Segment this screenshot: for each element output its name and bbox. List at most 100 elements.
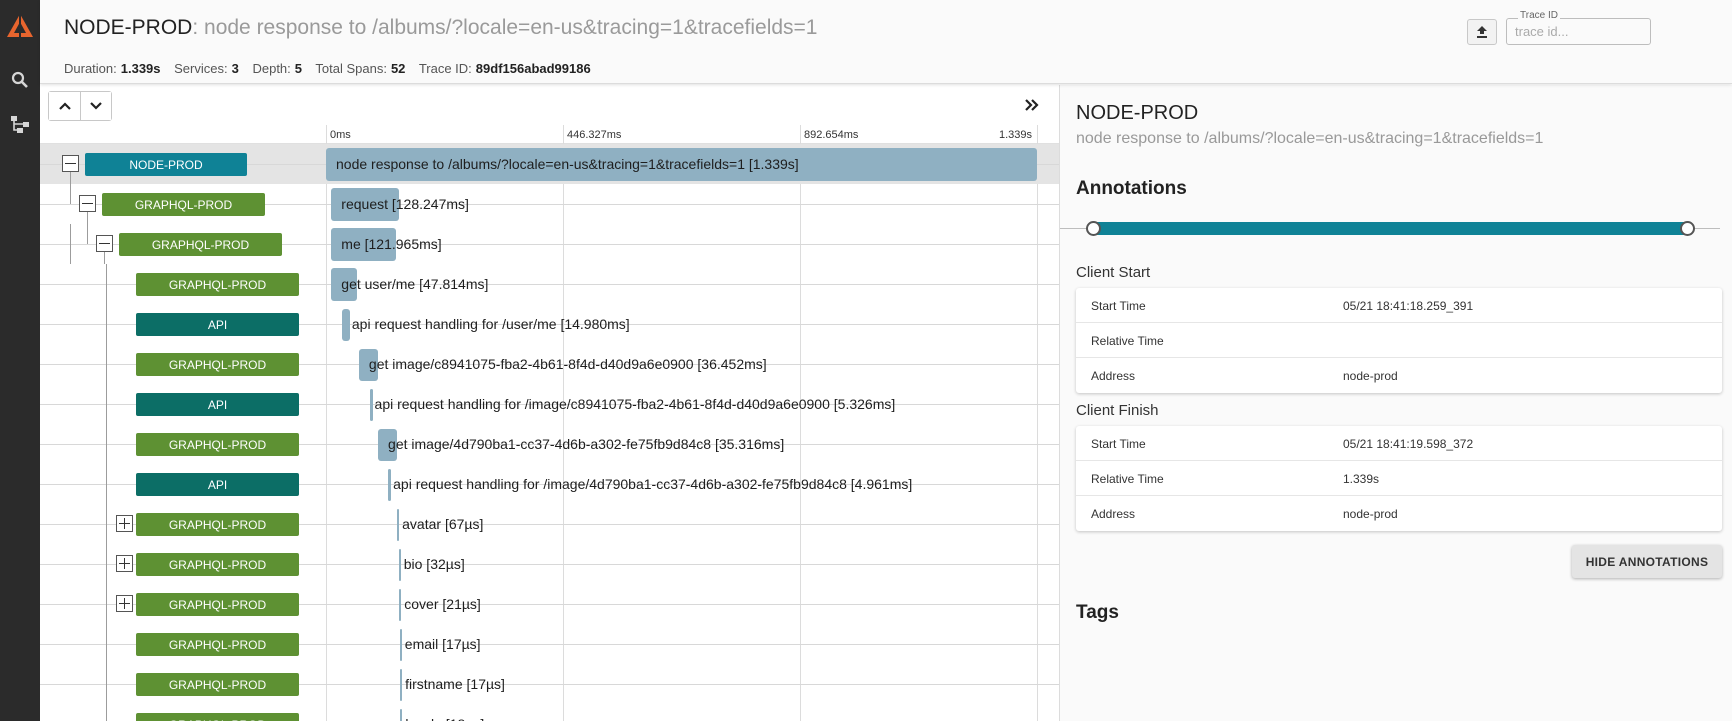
upload-icon xyxy=(1477,26,1487,38)
trace-title-service: NODE-PROD xyxy=(64,16,193,39)
span-row[interactable]: GRAPHQL-PROD locale [18µs] xyxy=(40,704,1059,721)
span-row[interactable]: GRAPHQL-PROD firstname [17µs] xyxy=(40,664,1059,704)
annotation-key: Relative Time xyxy=(1091,472,1164,486)
search-icon xyxy=(11,71,28,88)
range-start-handle[interactable] xyxy=(1086,221,1101,236)
span-bar[interactable] xyxy=(400,669,403,701)
span-row[interactable]: GRAPHQL-PROD cover [21µs] xyxy=(40,584,1059,624)
client-start-table: Start Time 05/21 18:41:18.259_391 Relati… xyxy=(1076,288,1722,393)
annotation-key: Address xyxy=(1091,369,1136,383)
span-row[interactable]: API api request handling for /image/4d790… xyxy=(40,464,1059,504)
expand-toggle[interactable] xyxy=(116,595,133,612)
stat-label: Trace ID: xyxy=(418,61,472,76)
annotation-row: Relative Time 1.339s xyxy=(1076,461,1722,496)
service-badge: GRAPHQL-PROD xyxy=(136,633,299,656)
span-bar[interactable] xyxy=(341,309,350,341)
span-row[interactable]: GRAPHQL-PROD email [17µs] xyxy=(40,624,1059,664)
span-bar[interactable] xyxy=(388,469,392,501)
previous-span-button[interactable] xyxy=(49,92,80,120)
sidebar-dependencies[interactable] xyxy=(0,106,40,142)
annotation-key: Start Time xyxy=(1091,299,1146,313)
stat-label: Total Spans: xyxy=(315,61,387,76)
span-row[interactable]: NODE-PROD node response to /albums/?local… xyxy=(40,144,1059,184)
minus-icon xyxy=(82,203,93,204)
tree-connector xyxy=(70,172,71,184)
trace-waterfall: 0ms 446.327ms 892.654ms 1.339s NODE-PROD nod… xyxy=(40,85,1059,721)
collapse-toggle[interactable] xyxy=(62,155,79,172)
annotation-value: 05/21 18:41:19.598_372 xyxy=(1343,437,1474,451)
tree-connector xyxy=(106,504,107,544)
tags-heading: Tags xyxy=(1076,602,1119,623)
span-row[interactable]: GRAPHQL-PROD bio [32µs] xyxy=(40,544,1059,584)
span-row[interactable]: API api request handling for /image/c8941… xyxy=(40,384,1059,424)
span-bar[interactable] xyxy=(399,629,402,661)
annotation-key: Start Time xyxy=(1091,437,1146,451)
span-label: get image/c8941075-fba2-4b61-8f4d-d40d9a… xyxy=(368,356,767,372)
span-bar[interactable] xyxy=(399,589,402,621)
annotation-value: 1.339s xyxy=(1343,472,1380,486)
service-badge: API xyxy=(136,473,299,496)
next-span-button[interactable] xyxy=(80,92,111,120)
service-badge: GRAPHQL-PROD xyxy=(136,593,299,616)
span-row[interactable]: API api request handling for /user/me [14… xyxy=(40,304,1059,344)
double-chevron-right-icon xyxy=(1025,99,1039,111)
expand-toggle[interactable] xyxy=(116,555,133,572)
annotation-row: Relative Time xyxy=(1076,323,1722,358)
axis-tick-label: 892.654ms xyxy=(804,129,859,141)
span-label: firstname [17µs] xyxy=(405,676,505,692)
annotation-row: Start Time 05/21 18:41:19.598_372 xyxy=(1076,426,1722,461)
client-finish-table: Start Time 05/21 18:41:19.598_372 Relati… xyxy=(1076,426,1722,531)
plus-icon xyxy=(124,598,125,609)
range-end-handle[interactable] xyxy=(1680,221,1695,236)
span-row[interactable]: GRAPHQL-PROD me [121.965ms] xyxy=(40,224,1059,264)
tree-connector xyxy=(70,224,71,264)
service-badge: GRAPHQL-PROD xyxy=(136,433,299,456)
detail-operation: node response to /albums/?locale=en-us&t… xyxy=(1076,130,1544,147)
hide-annotations-button[interactable]: HIDE ANNOTATIONS xyxy=(1572,545,1722,578)
span-nav-buttons xyxy=(48,91,112,121)
stat-trace-id: 89df156abad99186 xyxy=(475,61,591,76)
span-bar[interactable] xyxy=(369,389,373,421)
annotations-heading: Annotations xyxy=(1076,178,1187,199)
sidebar-search[interactable] xyxy=(0,62,40,98)
client-finish-heading: Client Finish xyxy=(1076,402,1159,419)
span-bar[interactable] xyxy=(400,709,403,721)
chevron-up-icon xyxy=(58,102,71,110)
service-badge: GRAPHQL-PROD xyxy=(102,193,265,216)
service-badge: GRAPHQL-PROD xyxy=(136,713,299,721)
minus-icon xyxy=(99,243,110,244)
span-row[interactable]: GRAPHQL-PROD get image/c8941075-fba2-4b61… xyxy=(40,344,1059,384)
service-badge: GRAPHQL-PROD xyxy=(136,553,299,576)
span-row[interactable]: GRAPHQL-PROD get user/me [47.814ms] xyxy=(40,264,1059,304)
span-label: email [17µs] xyxy=(404,636,481,652)
tree-connector xyxy=(106,704,107,721)
span-detail-panel: NODE-PROD node response to /albums/?loca… xyxy=(1059,85,1732,721)
annotation-key: Relative Time xyxy=(1091,334,1164,348)
client-start-heading: Client Start xyxy=(1076,264,1151,281)
span-label: api request handling for /user/me [14.98… xyxy=(351,316,630,332)
stat-depth: 5 xyxy=(294,61,303,76)
plus-icon xyxy=(124,558,125,569)
upload-button[interactable] xyxy=(1467,19,1497,45)
service-badge: NODE-PROD xyxy=(85,153,247,176)
span-bar[interactable] xyxy=(398,549,401,581)
span-row[interactable]: GRAPHQL-PROD request [128.247ms] xyxy=(40,184,1059,224)
annotation-row: Address node-prod xyxy=(1076,358,1722,393)
axis-tick-label: 446.327ms xyxy=(567,129,622,141)
tree-connector xyxy=(106,624,107,664)
minus-icon xyxy=(65,163,76,164)
trace-id-input[interactable] xyxy=(1506,18,1651,45)
collapse-toggle[interactable] xyxy=(79,195,96,212)
trace-id-field: Trace ID xyxy=(1506,10,1653,46)
span-label: bio [32µs] xyxy=(403,556,465,572)
expand-toggle[interactable] xyxy=(116,515,133,532)
span-bar[interactable] xyxy=(397,509,400,541)
span-label: get image/4d790ba1-cc37-4d6b-a302-fe75fb… xyxy=(388,436,785,452)
collapse-detail-button[interactable] xyxy=(1020,93,1044,117)
collapse-toggle[interactable] xyxy=(96,235,113,252)
sidebar-logo[interactable] xyxy=(0,8,40,44)
span-row[interactable]: GRAPHQL-PROD avatar [67µs] xyxy=(40,504,1059,544)
stat-label: Depth: xyxy=(252,61,291,76)
span-row[interactable]: GRAPHQL-PROD get image/4d790ba1-cc37-4d6b… xyxy=(40,424,1059,464)
span-label: api request handling for /image/4d790ba1… xyxy=(393,476,913,492)
